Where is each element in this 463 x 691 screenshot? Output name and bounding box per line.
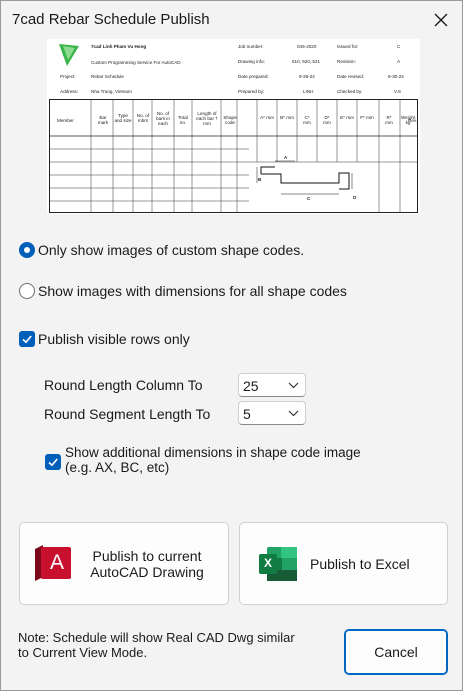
shape-label-c: C (307, 196, 311, 201)
checkmark-icon (48, 458, 58, 467)
company-logo-icon (59, 44, 79, 66)
show-additional-line2: (e.g. AX, BC, etc) (65, 460, 170, 475)
preview-col-rev: Rev. (408, 118, 418, 123)
dialog-window: 7cad Rebar Schedule Publish 7cad Linh Ph… (0, 0, 463, 691)
show-additional-checkbox[interactable] (45, 454, 61, 470)
radio-all-shapes[interactable] (19, 283, 35, 299)
autocad-icon-letter: A (50, 551, 65, 574)
round-segment-value: 5 (243, 406, 251, 422)
preview-drawing-info-label: Drawing info: (238, 59, 265, 64)
preview-col-a: A* mm (260, 115, 274, 120)
preview-prepared-by-value: LINH (303, 89, 314, 94)
cancel-button[interactable]: Cancel (344, 629, 448, 675)
preview-col-length: Length of each bar † mm (196, 111, 218, 126)
close-icon (434, 13, 448, 27)
preview-revision-label: Revision: (337, 59, 356, 64)
round-length-select[interactable]: 25 (238, 373, 306, 397)
preview-issued-for-value: C (397, 44, 401, 49)
publish-excel-button[interactable]: X Publish to Excel (239, 522, 448, 605)
round-length-label: Round Length Column To (44, 377, 203, 393)
shape-label-d: D (353, 195, 357, 200)
preview-col-c: C* mm (303, 115, 311, 125)
publish-excel-label: Publish to Excel (310, 556, 410, 572)
note-line1: Note: Schedule will show Real CAD Dwg si… (18, 630, 295, 645)
preview-project-value: Rebar Schedule (91, 74, 124, 79)
preview-date-revised-value: 8-30-24 (388, 74, 404, 79)
radio-all-shapes-label[interactable]: Show images with dimensions for all shap… (38, 283, 347, 299)
show-additional-line1: Show additional dimensions in shape code… (65, 445, 361, 460)
show-additional-label[interactable]: Show additional dimensions in shape code… (65, 445, 361, 475)
preview-col-total-no: Total no. (178, 115, 188, 125)
publish-autocad-line2: AutoCAD Drawing (90, 564, 204, 580)
preview-revision-value: A (397, 59, 401, 64)
publish-autocad-button[interactable]: A Publish to current AutoCAD Drawing (19, 522, 229, 605)
checkmark-icon (22, 335, 32, 344)
preview-col-type-size: Type and size (114, 113, 132, 123)
radio-custom-shapes-label[interactable]: Only show images of custom shape codes. (38, 242, 304, 258)
preview-col-bar-mark: Bar mark (97, 115, 109, 125)
preview-date-prepared-value: 9-26-24 (299, 74, 315, 79)
preview-date-prepared-label: Date prepared: (238, 74, 269, 79)
preview-address-value: Nha Trang, Vietnam (91, 89, 132, 94)
title-bar: 7cad Rebar Schedule Publish (1, 1, 462, 39)
excel-icon-letter: X (264, 556, 273, 570)
preview-job-number-value: 045-2020 (297, 44, 317, 49)
preview-col-r: R* mm (385, 115, 393, 125)
publish-autocad-line1: Publish to current (92, 548, 202, 564)
preview-company: 7cad Linh Pham Vu Hong (91, 44, 147, 49)
preview-job-number-label: Job number: (238, 44, 264, 49)
radio-custom-shapes[interactable] (19, 242, 35, 258)
preview-drawing-info-value: 510, 520, 521 (292, 59, 321, 64)
preview-service: Custom Programming Service For AutoCAD (91, 60, 181, 65)
note-line2: to Current View Mode. (18, 645, 148, 660)
preview-col-e: E* mm (340, 115, 354, 120)
preview-col-f: F* mm (360, 115, 374, 120)
shape-label-b: B (258, 177, 262, 182)
publish-autocad-label: Publish to current AutoCAD Drawing (82, 548, 212, 580)
preview-date-revised-label: Date revised: (337, 74, 365, 79)
round-length-value: 25 (243, 378, 259, 394)
window-title: 7cad Rebar Schedule Publish (12, 11, 210, 28)
preview-col-b: B* mm (280, 115, 294, 120)
shape-label-a: A (284, 155, 288, 160)
schedule-note: Note: Schedule will show Real CAD Dwg si… (18, 630, 338, 660)
round-segment-label: Round Segment Length To (44, 406, 211, 422)
chevron-down-icon (288, 410, 299, 417)
round-segment-select[interactable]: 5 (238, 401, 306, 425)
schedule-preview-image: 7cad Linh Pham Vu Hong Custom Programmin… (47, 39, 420, 214)
preview-col-shape-code: Shape code (223, 115, 237, 125)
preview-col-bars-each: No. of bars in each (156, 111, 170, 126)
publish-visible-label[interactable]: Publish visible rows only (38, 331, 190, 347)
preview-issued-for-label: Issued for: (337, 44, 359, 49)
preview-checked-by-label: Checked by: (337, 89, 363, 94)
close-button[interactable] (428, 7, 454, 33)
preview-checked-by-value: V.S (394, 89, 401, 94)
preview-col-no-mbrs: No. of mbrs (136, 113, 150, 123)
preview-col-d: D* mm (323, 115, 331, 125)
preview-address-label: Address: (60, 89, 79, 94)
preview-col-member: Member (57, 118, 74, 123)
publish-visible-checkbox[interactable] (19, 331, 35, 347)
preview-prepared-by-label: Prepared by: (238, 89, 265, 94)
preview-project-label: Project: (60, 74, 76, 79)
chevron-down-icon (288, 382, 299, 389)
